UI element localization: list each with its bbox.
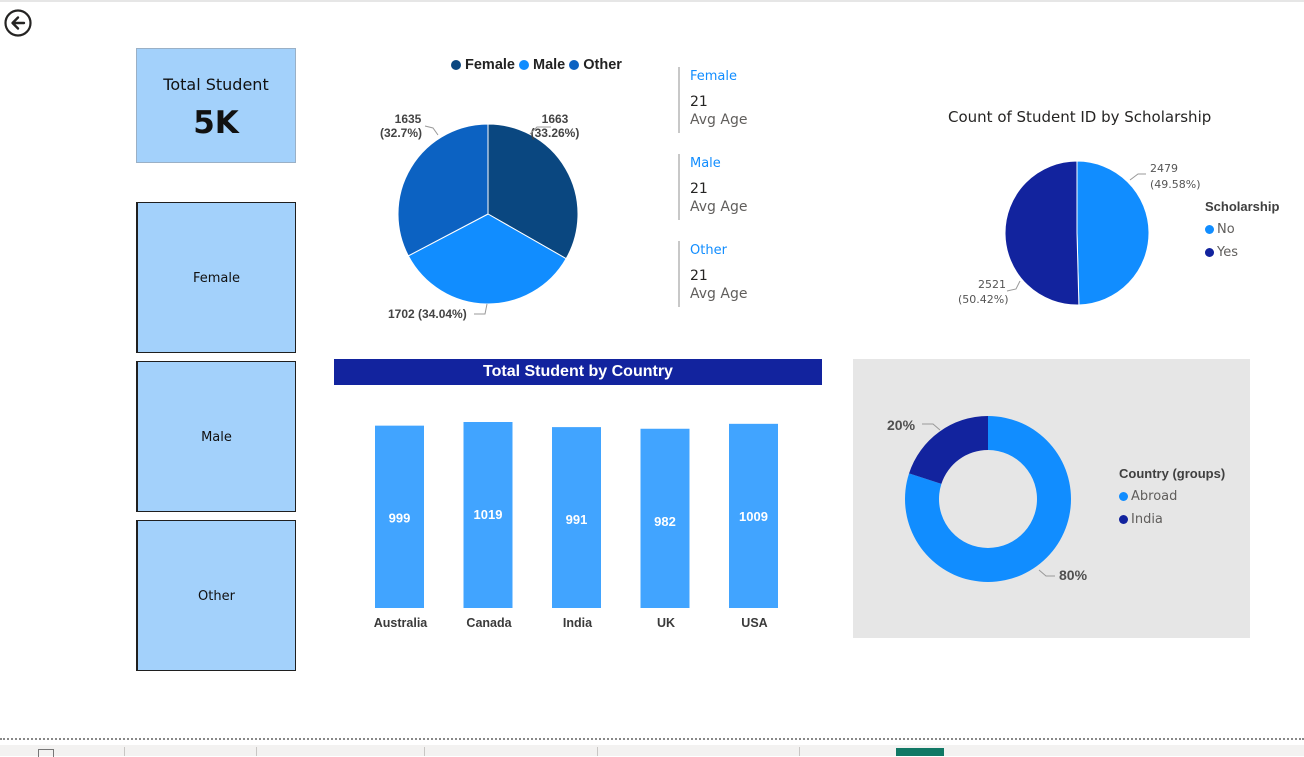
stat-female: Female 21 Avg Age: [678, 67, 788, 133]
tab-separator: [799, 747, 800, 756]
scholarship-chart-title: Count of Student ID by Scholarship: [948, 108, 1212, 126]
legend-dot: [1205, 248, 1214, 257]
legend-dot: [1119, 515, 1128, 524]
stat-label: Avg Age: [690, 199, 748, 215]
stat-value: 21: [690, 181, 708, 197]
tab-separator: [256, 747, 257, 756]
legend-title: Country (groups): [1119, 466, 1226, 481]
legend-label: India: [1131, 512, 1163, 527]
tab-separator: [124, 747, 125, 756]
tab-separator: [597, 747, 598, 756]
stat-value: 21: [690, 268, 708, 284]
stat-other: Other 21 Avg Age: [678, 241, 788, 307]
legend-dot: [1205, 225, 1214, 234]
page-divider: [0, 738, 1304, 740]
legend-title: Scholarship: [1205, 199, 1280, 214]
country-legend: Country (groups) Abroad India: [1119, 466, 1225, 527]
bar-chart-title: Total Student by Country: [334, 359, 822, 385]
stat-name: Female: [690, 69, 738, 84]
legend-item-abroad[interactable]: Abroad: [1119, 489, 1225, 504]
scholarship-legend: Scholarship No Yes: [1205, 199, 1279, 260]
stat-name: Male: [690, 156, 721, 171]
legend-dot: [1119, 492, 1128, 501]
legend-label: Yes: [1217, 245, 1238, 260]
page-tabs-bar: [0, 745, 1304, 757]
stat-name: Other: [690, 243, 727, 258]
legend-label: No: [1217, 222, 1235, 237]
stat-label: Avg Age: [690, 286, 748, 302]
stat-value: 21: [690, 94, 708, 110]
legend-item-no[interactable]: No: [1205, 222, 1279, 237]
stat-label: Avg Age: [690, 112, 748, 128]
legend-label: Abroad: [1131, 489, 1178, 504]
legend-item-india[interactable]: India: [1119, 512, 1225, 527]
tab-separator: [424, 747, 425, 756]
legend-item-yes[interactable]: Yes: [1205, 245, 1279, 260]
stat-male: Male 21 Avg Age: [678, 154, 788, 220]
active-page-tab[interactable]: [896, 748, 944, 756]
